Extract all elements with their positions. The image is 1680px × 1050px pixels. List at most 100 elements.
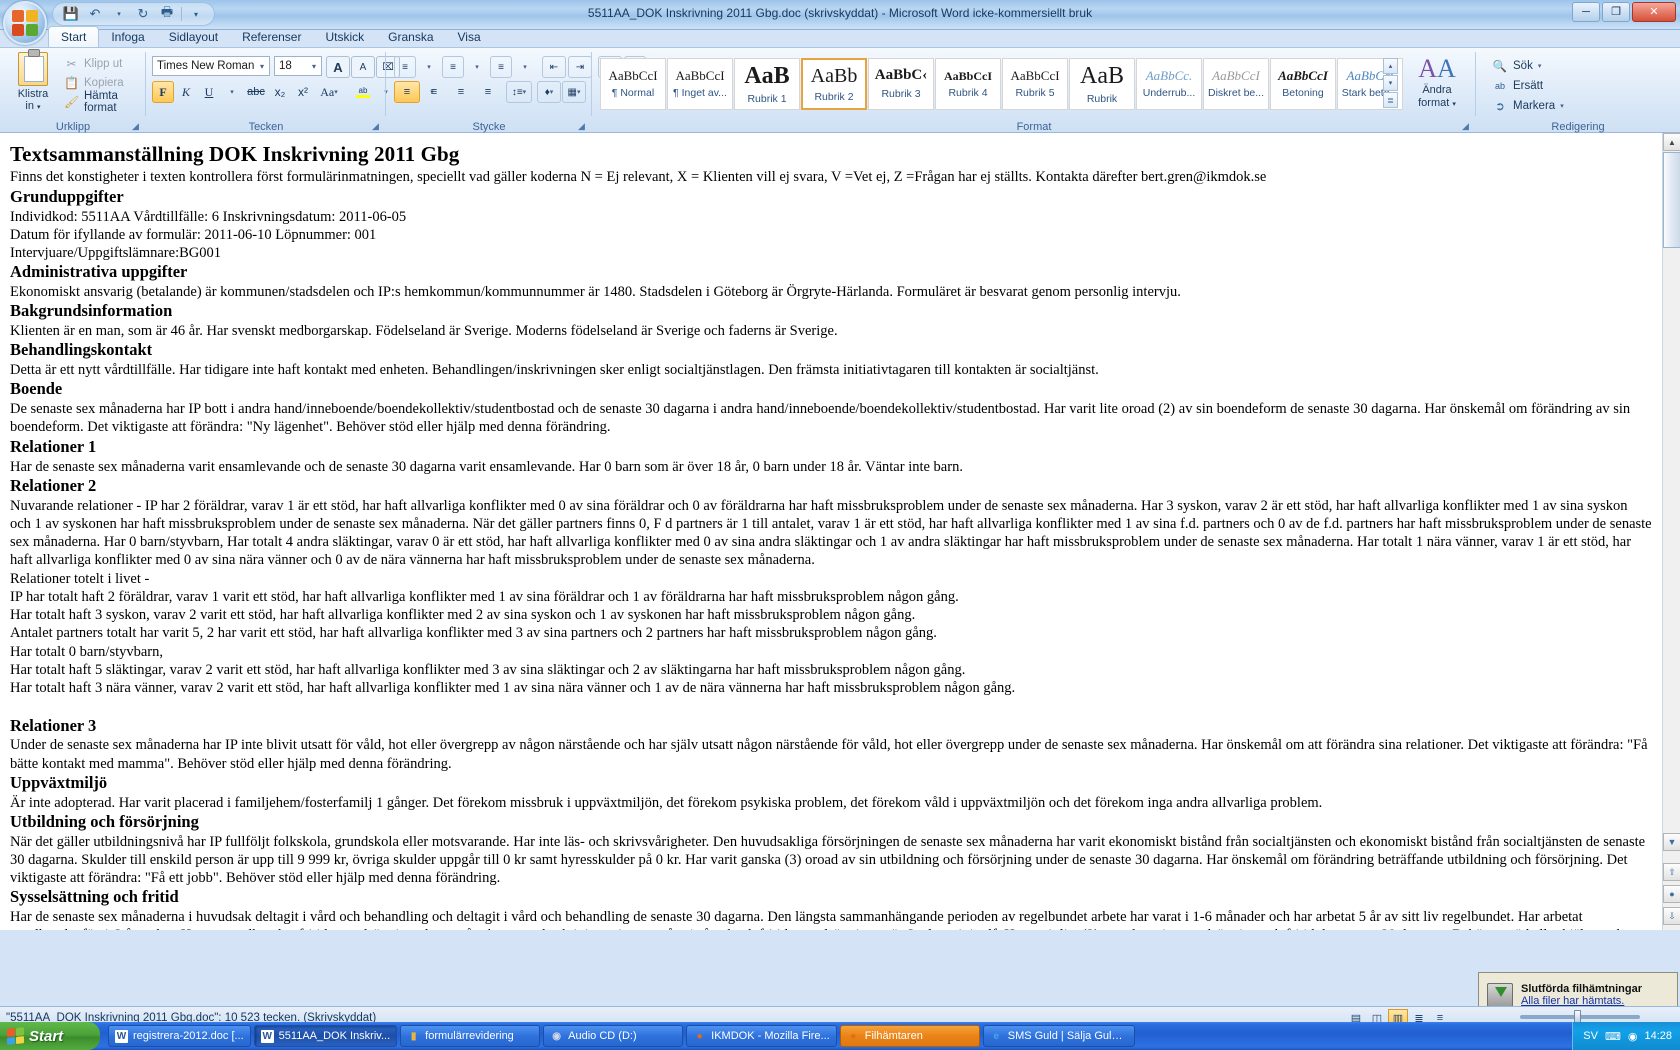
subscript-button[interactable]: x₂ [269, 81, 291, 103]
tecken-dialog-launcher[interactable]: ◢ [372, 121, 383, 132]
style-rubrik-4[interactable]: AaBbCcI Rubrik 4 [935, 58, 1001, 110]
taskbar-item[interactable]: W 5511AA_DOK Inskriv... [253, 1025, 398, 1047]
undo-icon[interactable]: ↶ [85, 4, 105, 24]
start-button[interactable]: Start [0, 1022, 100, 1050]
taskbar-item[interactable]: ◉ Audio CD (D:) [543, 1025, 684, 1047]
urklipp-dialog-launcher[interactable]: ◢ [132, 121, 143, 132]
bullets-button[interactable]: ≡ [394, 56, 416, 78]
tab-utskick[interactable]: Utskick [313, 27, 376, 48]
print-preview-icon[interactable]: 🖶 [157, 4, 177, 24]
line-spacing-button[interactable]: ↕≡ ▾ [506, 81, 532, 103]
styles-more-button[interactable]: ≣ [1383, 92, 1398, 108]
style-underrub[interactable]: AaBbCc. Underrub... [1136, 58, 1202, 110]
multilevel-dropdown[interactable]: ▾ [514, 56, 536, 78]
redo-icon[interactable]: ↻ [133, 4, 153, 24]
change-case-button[interactable]: Aa ▾ [315, 81, 343, 103]
tab-sidlayout[interactable]: Sidlayout [157, 27, 230, 48]
office-button[interactable] [3, 1, 47, 45]
numbering-dropdown[interactable]: ▾ [466, 56, 488, 78]
close-button[interactable]: ✕ [1632, 2, 1676, 22]
find-button[interactable]: 🔍 Sök ▾ [1492, 56, 1564, 76]
document-area[interactable]: Textsammanställning DOK Inskrivning 2011… [0, 133, 1680, 930]
decrease-indent-icon: ⇤ [549, 61, 559, 73]
style-diskret-be[interactable]: AaBbCcI Diskret be... [1203, 58, 1269, 110]
document-page[interactable]: Textsammanställning DOK Inskrivning 2011… [0, 133, 1662, 930]
minimize-button[interactable]: ─ [1572, 2, 1600, 22]
grow-font-button[interactable]: A [326, 56, 350, 78]
group-title-redigering: Redigering [1551, 121, 1605, 133]
superscript-button[interactable]: x² [292, 81, 314, 103]
replace-button[interactable]: ab Ersätt [1492, 76, 1564, 96]
style--normal[interactable]: AaBbCcI ¶ Normal [600, 58, 666, 110]
scroll-down-button[interactable]: ▼ [1663, 833, 1680, 851]
previous-page-button[interactable]: ⇧ [1663, 863, 1680, 881]
style-rubrik-3[interactable]: AaBbC‹ Rubrik 3 [868, 58, 934, 110]
select-label: Markera [1513, 100, 1556, 112]
tab-referenser[interactable]: Referenser [230, 27, 313, 48]
bullets-dropdown[interactable]: ▾ [418, 56, 440, 78]
style-rubrik-1[interactable]: AaB Rubrik 1 [734, 58, 800, 110]
borders-button[interactable]: ▦ ▾ [562, 81, 586, 103]
zoom-slider[interactable] [1520, 1010, 1640, 1024]
style-rubrik[interactable]: AaB Rubrik [1069, 58, 1135, 110]
language-indicator[interactable]: SV [1583, 1030, 1598, 1042]
format-dialog-launcher[interactable]: ◢ [1462, 121, 1473, 132]
customize-qat-icon[interactable]: ▾ [186, 4, 206, 24]
scroll-up-button[interactable]: ▲ [1663, 133, 1680, 151]
multilevel-list-icon: ≡ [498, 61, 504, 73]
network-icon[interactable]: ◉ [1628, 1030, 1638, 1043]
style-betoning[interactable]: AaBbCcI Betoning [1270, 58, 1336, 110]
keyboard-icon[interactable]: ⌨ [1605, 1030, 1621, 1043]
change-styles-button[interactable]: AA Ändra format ▾ [1406, 56, 1468, 109]
next-page-button[interactable]: ⇩ [1663, 907, 1680, 925]
style-rubrik-5[interactable]: AaBbCcI Rubrik 5 [1002, 58, 1068, 110]
italic-button[interactable]: K [175, 81, 197, 103]
scroll-thumb[interactable] [1663, 152, 1680, 248]
select-button[interactable]: ➲ Markera ▾ [1492, 96, 1564, 116]
taskbar-item[interactable]: e SMS Guld | Sälja Guld ... [982, 1025, 1135, 1047]
style--inget-av[interactable]: AaBbCcI ¶ Inget av... [667, 58, 733, 110]
justify-button[interactable]: ≡ [475, 81, 501, 103]
undo-dropdown-icon[interactable]: ▾ [109, 4, 129, 24]
multilevel-list-button[interactable]: ≡ [490, 56, 512, 78]
strikethrough-button[interactable]: abc [244, 81, 268, 103]
font-name-combobox[interactable]: Times New Roman ▾ [152, 56, 270, 76]
shading-button[interactable]: ♦ ▾ [537, 81, 561, 103]
paste-button[interactable]: Klistra in ▾ [6, 49, 60, 114]
shrink-font-button[interactable]: A [351, 56, 375, 78]
highlight-button[interactable]: ab [352, 81, 374, 103]
tab-start[interactable]: Start [48, 26, 100, 48]
style-rubrik-2[interactable]: AaBb Rubrik 2 [801, 58, 867, 110]
increase-indent-button[interactable]: ⇥ [568, 56, 592, 78]
stycke-dialog-launcher[interactable]: ◢ [578, 121, 589, 132]
style-name: ¶ Inget av... [673, 87, 727, 99]
font-size-value: 18 [279, 60, 292, 72]
styles-scroll-down-button[interactable]: ▾ [1383, 75, 1398, 91]
bold-button[interactable]: F [152, 81, 174, 103]
align-right-button[interactable]: ≡ [448, 81, 474, 103]
decrease-indent-button[interactable]: ⇤ [542, 56, 566, 78]
format-painter-button[interactable]: 🖌 Hämta format [64, 90, 146, 114]
tab-visa[interactable]: Visa [446, 27, 493, 48]
clock[interactable]: 14:28 [1644, 1030, 1672, 1042]
styles-scroll-controls: ▴ ▾ ≣ [1383, 58, 1398, 108]
save-icon[interactable]: 💾 [61, 4, 81, 24]
numbering-button[interactable]: ≡ [442, 56, 464, 78]
section-heading: Sysselsättning och fritid [10, 887, 179, 907]
select-browse-object-button[interactable]: ● [1663, 885, 1680, 903]
vertical-scrollbar[interactable]: ▲ ▼ ⇧ ● ⇩ [1662, 133, 1680, 930]
taskbar-item[interactable]: ▮ formulärrevidering [400, 1025, 541, 1047]
cut-button[interactable]: ✂ Klipp ut [64, 54, 146, 73]
taskbar-item[interactable]: Wregistrera-2012.doc [... [108, 1025, 251, 1047]
underline-dropdown[interactable]: ▾ [221, 81, 243, 103]
underline-button[interactable]: U [198, 81, 220, 103]
tab-granska[interactable]: Granska [376, 27, 445, 48]
tab-infoga[interactable]: Infoga [99, 27, 156, 48]
maximize-button[interactable]: ❐ [1602, 2, 1630, 22]
styles-scroll-up-button[interactable]: ▴ [1383, 58, 1398, 74]
align-center-button[interactable]: ≡ [421, 81, 447, 103]
taskbar-item[interactable]: ● IKMDOK - Mozilla Fire... [686, 1025, 837, 1047]
font-size-combobox[interactable]: 18 ▾ [274, 56, 322, 76]
taskbar-item[interactable]: ● Filhämtaren [839, 1025, 980, 1047]
align-left-button[interactable]: ≡ [394, 81, 420, 103]
